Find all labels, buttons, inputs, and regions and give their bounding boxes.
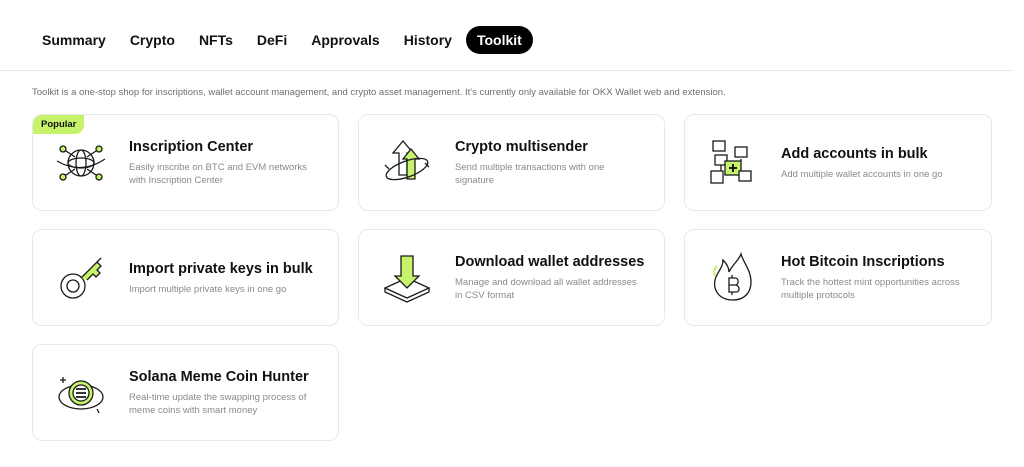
add-accounts-icon (703, 133, 763, 193)
tab-nfts[interactable]: NFTs (189, 26, 243, 54)
card-title: Download wallet addresses (455, 254, 645, 270)
bitcoin-flame-icon (703, 248, 763, 308)
multisender-arrows-icon (377, 133, 437, 193)
solana-coin-icon (51, 363, 111, 423)
card-solana-meme-coin-hunter[interactable]: Solana Meme Coin Hunter Real-time update… (32, 344, 339, 441)
card-subtitle: Send multiple transactions with one sign… (455, 162, 605, 186)
tab-crypto[interactable]: Crypto (120, 26, 185, 54)
tabs-divider (0, 70, 1014, 71)
inscription-globe-icon (51, 133, 111, 193)
card-subtitle: Real-time update the swapping process of… (129, 392, 307, 416)
card-subtitle: Import multiple private keys in one go (129, 283, 287, 295)
card-download-addresses[interactable]: Download wallet addresses Manage and dow… (358, 229, 665, 326)
card-title: Crypto multisender (455, 139, 588, 155)
tab-toolkit[interactable]: Toolkit (465, 26, 533, 54)
card-subtitle: Add multiple wallet accounts in one go (781, 168, 943, 180)
card-crypto-multisender[interactable]: Crypto multisender Send multiple transac… (358, 114, 665, 211)
card-import-private-keys[interactable]: Import private keys in bulk Import multi… (32, 229, 339, 326)
toolkit-grid: Popular Inscription Center Easily inscri… (32, 114, 992, 441)
card-title: Add accounts in bulk (781, 145, 928, 162)
popular-badge: Popular (33, 115, 85, 134)
wallet-tabs: Summary Crypto NFTs DeFi Approvals Histo… (32, 26, 533, 54)
card-title: Solana Meme Coin Hunter (129, 369, 309, 385)
tab-history[interactable]: History (394, 26, 462, 54)
card-subtitle: Manage and download all wallet addresses… (455, 277, 637, 301)
card-hot-bitcoin-inscriptions[interactable]: Hot Bitcoin Inscriptions Track the hotte… (684, 229, 992, 326)
tab-defi[interactable]: DeFi (247, 26, 297, 54)
card-title: Hot Bitcoin Inscriptions (781, 254, 945, 270)
download-icon (377, 248, 437, 308)
tab-approvals[interactable]: Approvals (301, 26, 389, 54)
card-inscription-center[interactable]: Popular Inscription Center Easily inscri… (32, 114, 339, 211)
key-icon (51, 248, 111, 308)
card-add-accounts[interactable]: Add accounts in bulk Add multiple wallet… (684, 114, 992, 211)
card-subtitle: Track the hottest mint opportunities acr… (781, 277, 960, 301)
card-title: Inscription Center (129, 139, 254, 155)
toolkit-description: Toolkit is a one-stop shop for inscripti… (32, 87, 726, 98)
card-title: Import private keys in bulk (129, 260, 313, 277)
tab-summary[interactable]: Summary (32, 26, 116, 54)
card-subtitle: Easily inscribe on BTC and EVM networks … (129, 162, 307, 186)
